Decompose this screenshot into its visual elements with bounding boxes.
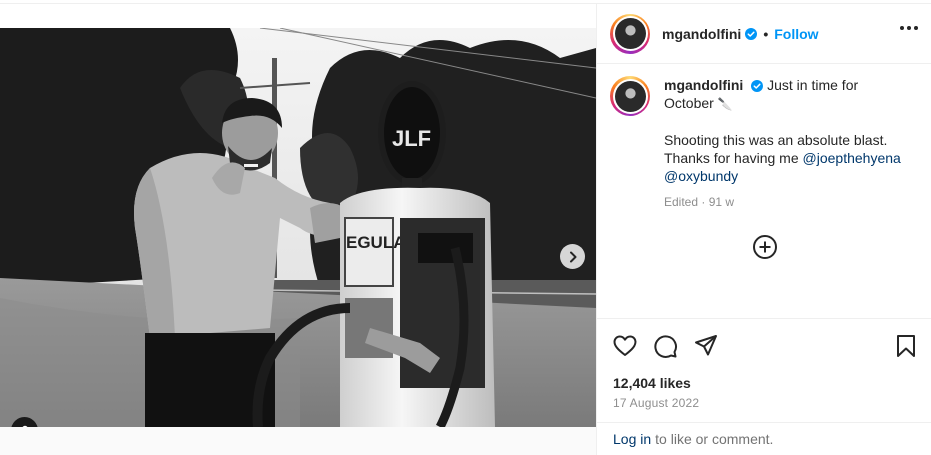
add-comment-icon[interactable] — [752, 234, 778, 260]
login-link[interactable]: Log in — [613, 431, 651, 447]
pump-globe-text: JLF — [392, 126, 431, 151]
caption-line1: Just in time for — [767, 77, 859, 93]
login-footer-text: to like or comment. — [655, 431, 774, 447]
comment-icon[interactable] — [652, 333, 678, 359]
mention-link[interactable]: @oxybundy — [664, 168, 738, 184]
caption-line2: October — [664, 95, 714, 111]
header-username[interactable]: mgandolfini — [662, 26, 741, 42]
bookmark-icon[interactable] — [893, 333, 919, 359]
likes-count[interactable]: 12,404 likes — [613, 375, 691, 391]
caption-text: mgandolfini Just in time for October 🔪 S… — [664, 76, 920, 185]
caption-paragraph: Shooting this was an absolute blast. Tha… — [664, 131, 920, 185]
post-date[interactable]: 17 August 2022 — [613, 396, 699, 410]
carousel-next-button[interactable] — [560, 244, 585, 269]
mention-link[interactable]: @joepthehyena — [803, 150, 901, 166]
post-caption: mgandolfini Just in time for October 🔪 S… — [610, 76, 920, 209]
more-options-icon[interactable] — [900, 26, 918, 30]
chevron-right-icon — [569, 251, 576, 262]
verified-icon — [745, 27, 758, 40]
post-photo: JLF EGULAR — [0, 28, 596, 427]
caption-avatar[interactable] — [610, 76, 650, 116]
post-side-panel: mgandolfini • Follow mgandolfini Just in… — [596, 4, 931, 455]
login-footer: Log in to like or comment. — [597, 422, 931, 455]
header-separator: • — [763, 25, 769, 42]
caption-username[interactable]: mgandolfini — [664, 77, 743, 93]
media-top-gap — [0, 4, 596, 28]
heart-icon[interactable] — [612, 333, 638, 359]
share-icon[interactable] — [693, 333, 719, 359]
follow-button[interactable]: Follow — [774, 26, 818, 42]
post-media[interactable]: JLF EGULAR — [0, 28, 596, 427]
action-bar — [597, 318, 931, 370]
post-header: mgandolfini • Follow — [597, 4, 931, 64]
caption-edited-time: Edited · 91 w — [664, 195, 735, 209]
knife-emoji: 🔪 — [717, 97, 733, 111]
avatar[interactable] — [610, 13, 650, 54]
verified-icon — [751, 80, 764, 93]
media-bottom-gap — [0, 427, 596, 455]
